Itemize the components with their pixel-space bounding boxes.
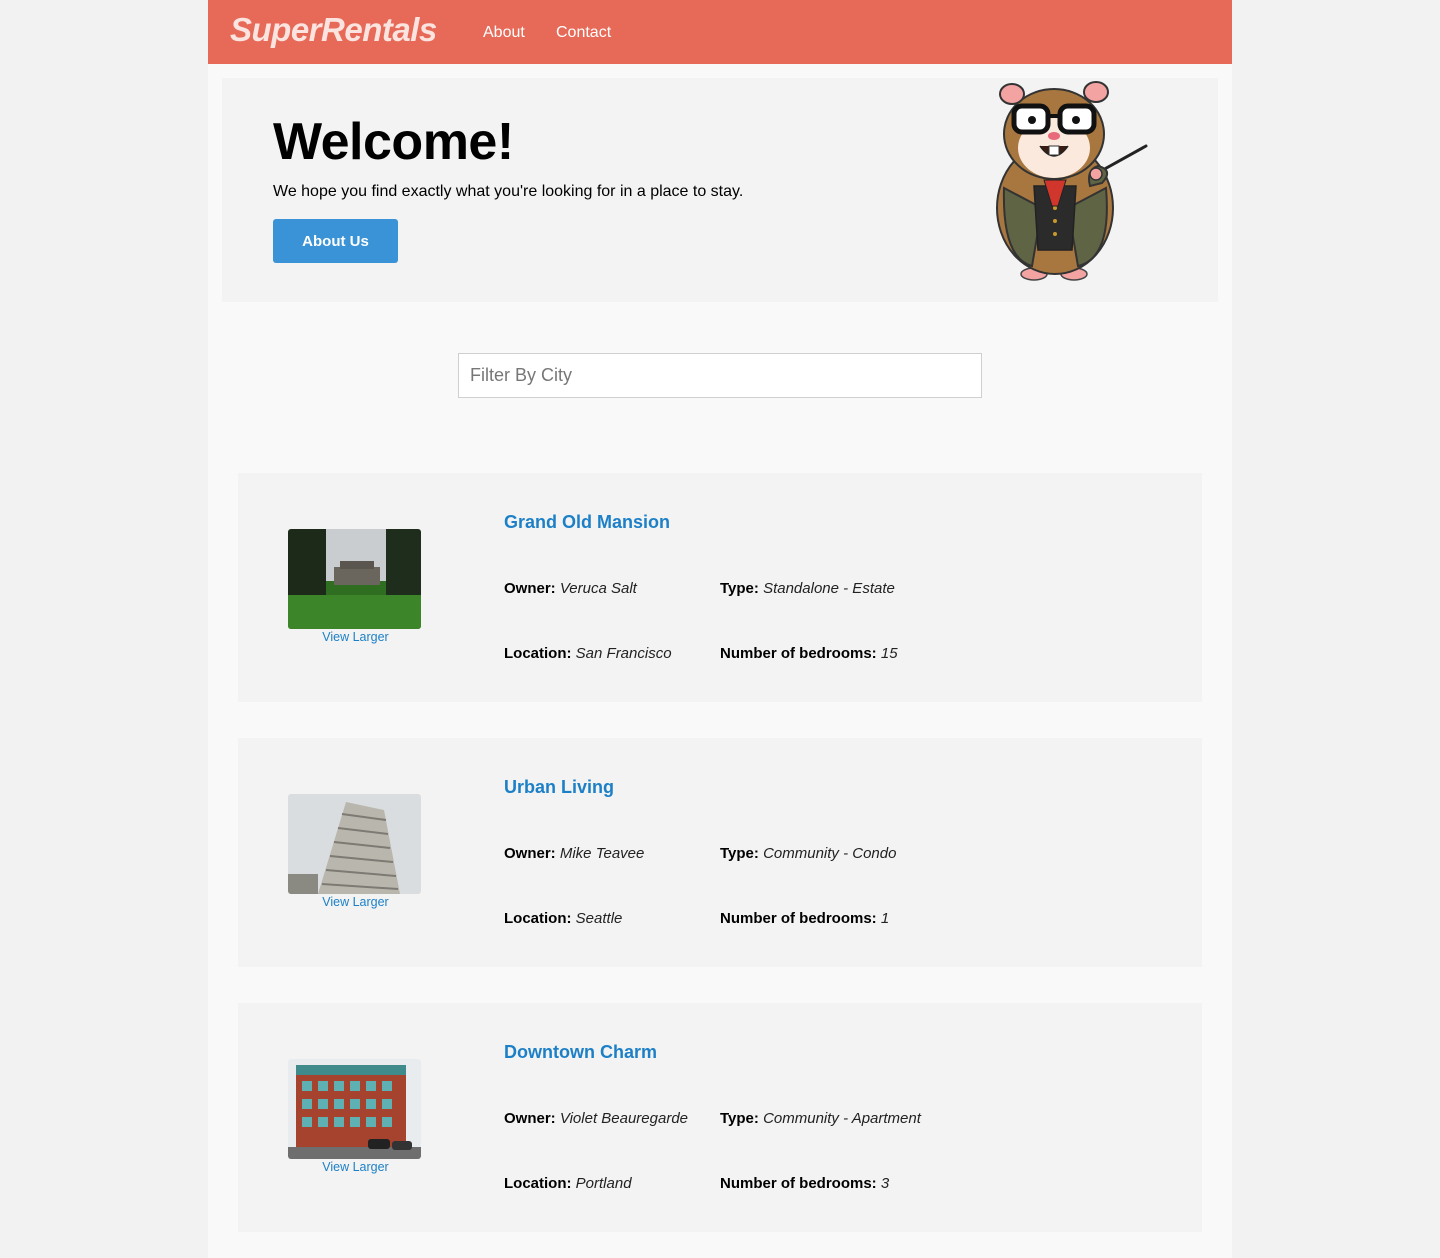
filter-by-city-input[interactable] <box>458 353 982 398</box>
page-container: SuperRentals About Contact Welcome! We h… <box>208 0 1232 1258</box>
rental-image-apartment[interactable] <box>288 1059 421 1159</box>
welcome-jumbotron: Welcome! We hope you find exactly what y… <box>222 78 1218 302</box>
view-larger-link[interactable]: View Larger <box>288 1160 423 1174</box>
rental-location: Location: Portland <box>504 1175 632 1192</box>
rental-title[interactable]: Downtown Charm <box>504 1042 657 1063</box>
rental-image-mansion[interactable] <box>288 529 421 629</box>
rental-bedrooms: Number of bedrooms: 3 <box>720 1175 890 1192</box>
rental-title[interactable]: Grand Old Mansion <box>504 512 670 533</box>
rental-bedrooms: Number of bedrooms: 1 <box>720 910 890 927</box>
welcome-text: We hope you find exactly what you're loo… <box>273 183 744 200</box>
rental-type: Type: Community - Condo <box>720 845 897 862</box>
view-larger-link[interactable]: View Larger <box>288 895 423 909</box>
rental-owner: Owner: Mike Teavee <box>504 845 645 862</box>
rental-type: Type: Standalone - Estate <box>720 580 895 597</box>
rental-location: Location: San Francisco <box>504 645 672 662</box>
rental-card: View Larger Grand Old Mansion Owner: Ver… <box>238 473 1202 702</box>
nav-link-contact[interactable]: Contact <box>556 24 611 42</box>
rental-type: Type: Community - Apartment <box>720 1110 921 1127</box>
rental-bedrooms: Number of bedrooms: 15 <box>720 645 898 662</box>
about-us-button[interactable]: About Us <box>273 219 398 263</box>
nav-link-about[interactable]: About <box>483 24 525 42</box>
hamster-mascot-icon <box>996 81 1148 281</box>
rental-title[interactable]: Urban Living <box>504 777 614 798</box>
rental-image-highrise[interactable] <box>288 794 421 894</box>
rental-owner: Owner: Violet Beauregarde <box>504 1110 689 1127</box>
rental-location: Location: Seattle <box>504 910 623 927</box>
rental-card: View Larger Downtown Charm Owner: Violet… <box>238 1003 1202 1232</box>
brand-logo[interactable]: SuperRentals <box>230 11 437 49</box>
rental-card: View Larger Urban Living Owner: Mike Tea… <box>238 738 1202 967</box>
welcome-heading: Welcome! <box>273 113 514 171</box>
view-larger-link[interactable]: View Larger <box>288 630 423 644</box>
top-nav: SuperRentals About Contact <box>208 0 1232 64</box>
rental-owner: Owner: Veruca Salt <box>504 580 637 597</box>
